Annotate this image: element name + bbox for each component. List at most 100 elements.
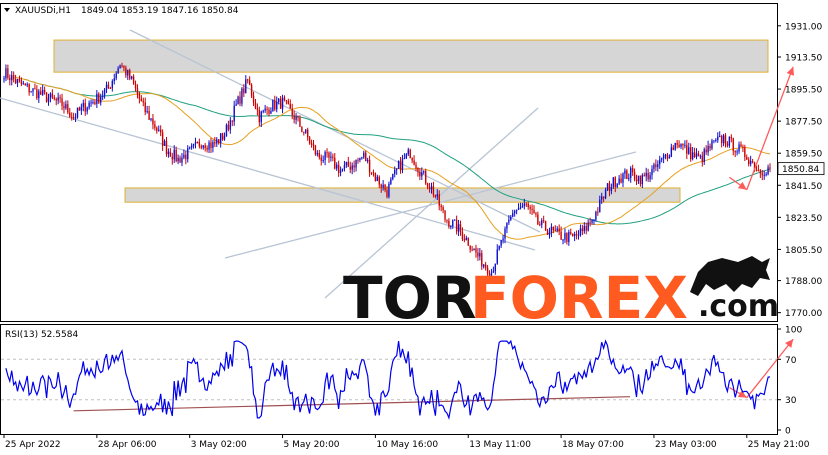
candle-body <box>231 120 233 122</box>
candle-body <box>40 91 42 95</box>
candle-body <box>88 102 90 108</box>
candle-body <box>299 117 301 127</box>
candle-body <box>144 102 146 113</box>
candle-body <box>100 96 102 103</box>
candle-body <box>649 175 651 180</box>
candle-body <box>631 168 634 173</box>
candle-body <box>252 95 255 103</box>
candle-body <box>105 84 108 90</box>
candle-body <box>496 249 498 264</box>
candle-body <box>148 111 150 120</box>
candle-body <box>602 196 605 199</box>
price-tick-label: 1805.50 <box>785 246 822 256</box>
candle-body <box>119 65 121 69</box>
candle-body <box>365 152 367 162</box>
candle-body <box>328 152 330 158</box>
candle-body <box>666 154 669 159</box>
candle-body <box>74 117 77 119</box>
candle-body <box>163 140 166 146</box>
candle-body <box>349 166 351 170</box>
ohlc-readout: 1849.04 1853.19 1847.16 1850.84 <box>81 6 239 16</box>
candle-body <box>291 108 293 116</box>
candle-body <box>28 84 30 93</box>
candle-body <box>628 177 630 179</box>
candle-body <box>746 157 748 160</box>
candle-body <box>463 238 466 241</box>
candle-body <box>12 75 15 80</box>
candle-body <box>682 143 684 146</box>
candle-body <box>22 83 25 85</box>
candle-body <box>247 79 249 81</box>
candle-body <box>268 109 270 114</box>
candle-body <box>270 110 272 114</box>
candle-body <box>347 161 350 167</box>
candle-body <box>684 144 686 146</box>
candle-body <box>417 167 419 172</box>
candle-body <box>161 132 164 146</box>
candle-body <box>546 230 549 235</box>
candle-body <box>41 90 44 95</box>
candle-body <box>72 117 75 119</box>
candle-body <box>558 228 560 232</box>
candle-body <box>140 98 143 101</box>
candle-body <box>651 168 653 176</box>
candle-body <box>442 207 444 211</box>
price-tick-label: 1931.00 <box>785 22 822 32</box>
candle-body <box>432 186 435 195</box>
candle-body <box>392 173 394 180</box>
rsi-label: RSI(13) 52.5584 <box>5 330 78 340</box>
candle-body <box>84 103 86 112</box>
candle-body <box>473 248 475 251</box>
candle-body <box>618 178 620 184</box>
candle-body <box>672 147 674 150</box>
candle-body <box>630 168 632 178</box>
candle-body <box>697 153 700 157</box>
candle-body <box>448 220 450 227</box>
candle-body <box>527 203 529 208</box>
candle-body <box>196 141 199 143</box>
candle-body <box>686 144 688 154</box>
candle-body <box>221 133 224 140</box>
candle-body <box>407 149 409 155</box>
candle-body <box>167 151 170 155</box>
candle-body <box>183 154 185 158</box>
candle-body <box>127 70 129 76</box>
candle-body <box>568 232 570 242</box>
candle-body <box>336 164 338 169</box>
candle-body <box>256 108 259 110</box>
candle-body <box>318 153 320 158</box>
candle-body <box>730 136 733 139</box>
candle-body <box>724 135 727 144</box>
candle-body <box>250 84 253 96</box>
candle-body <box>117 68 119 74</box>
candle-body <box>438 194 440 206</box>
price-tick-label: 1913.50 <box>785 53 822 63</box>
candle-body <box>430 186 433 190</box>
candle-body <box>59 97 61 99</box>
candle-body <box>539 224 541 226</box>
candle-body <box>272 100 274 111</box>
candle-body <box>678 144 680 147</box>
candle-body <box>233 105 235 122</box>
candle-body <box>504 228 506 239</box>
candle-body <box>305 129 307 133</box>
brand-tor-text: TOR <box>343 264 477 332</box>
candle-body <box>659 159 661 165</box>
time-tick-label: 25 Apr 2022 <box>5 440 61 450</box>
candle-body <box>405 154 408 159</box>
candle-body <box>214 142 216 144</box>
candle-body <box>38 91 40 99</box>
candle-body <box>386 190 388 197</box>
candle-body <box>65 104 67 109</box>
candle-body <box>219 133 222 144</box>
candle-body <box>660 158 663 160</box>
candle-body <box>713 140 715 142</box>
candle-body <box>635 179 638 182</box>
candle-body <box>177 157 179 162</box>
candle-body <box>608 183 611 191</box>
candle-body <box>508 219 510 223</box>
candle-body <box>264 108 266 111</box>
candle-body <box>258 109 261 123</box>
candle-body <box>92 102 94 104</box>
candle-body <box>357 159 359 161</box>
